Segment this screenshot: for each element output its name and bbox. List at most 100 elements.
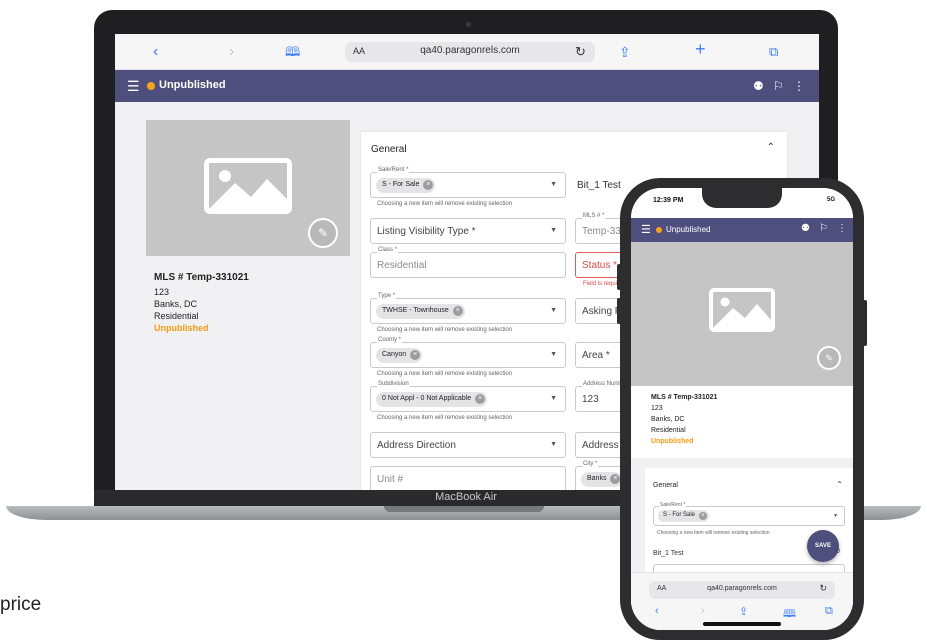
- dropdown-arrow-icon[interactable]: ▼: [550, 351, 557, 358]
- reload-icon[interactable]: ↻: [575, 43, 586, 61]
- edit-photo-icon[interactable]: ✎: [308, 218, 338, 248]
- share-icon[interactable]: ⇪: [739, 605, 748, 618]
- tabs-icon[interactable]: ⧉: [825, 605, 833, 618]
- phone-volume-button: [617, 264, 621, 290]
- plus-icon[interactable]: +: [695, 40, 706, 58]
- menu-icon[interactable]: ☰: [641, 223, 651, 236]
- sale-rent-select[interactable]: Sale/Rent * S - For Sale × ▼: [370, 167, 566, 198]
- edit-photo-icon[interactable]: ✎: [817, 346, 841, 370]
- image-placeholder-icon: [204, 158, 292, 214]
- flag-icon[interactable]: ⚐: [819, 223, 828, 234]
- county-select[interactable]: County * Canyon × ▼: [370, 337, 566, 368]
- class-value: Residential: [377, 260, 427, 271]
- status-dot: [147, 82, 155, 90]
- mls-number: MLS # Temp-331021: [651, 394, 718, 401]
- address-direction-placeholder: Address Direction: [377, 440, 456, 451]
- county-chip-text: Canyon: [382, 351, 407, 358]
- reload-icon[interactable]: ↻: [819, 583, 827, 594]
- phone-app-bar: ☰ Unpublished ⚉ ⚐ ⋮: [631, 218, 853, 242]
- chip-remove-icon[interactable]: ×: [410, 350, 421, 360]
- chevron-left-icon[interactable]: ‹: [153, 43, 158, 61]
- chip-remove-icon[interactable]: ×: [452, 306, 463, 316]
- type-chip[interactable]: TWHSE - Townhouse ×: [376, 304, 465, 319]
- chip-remove-icon[interactable]: ×: [610, 474, 621, 484]
- app-bar: ☰ Unpublished ⚉ ⚐ ⋮: [115, 70, 819, 102]
- sale-rent-label: Sale/Rent *: [377, 167, 410, 173]
- image-placeholder-icon: [709, 288, 775, 332]
- bit-test-label: Bit_1 Test: [577, 180, 621, 191]
- phone-app-title: Unpublished: [666, 225, 711, 234]
- listing-photo: ✎: [146, 120, 350, 256]
- city-chip[interactable]: Banks ×: [581, 472, 623, 487]
- county-chip[interactable]: Canyon ×: [376, 348, 423, 363]
- chevron-right-icon[interactable]: ›: [229, 43, 234, 61]
- sale-rent-select[interactable]: Sale/Rent * S - For Sale × ▼: [653, 502, 845, 526]
- caption-text: price: [0, 594, 42, 615]
- address-direction-select[interactable]: Address Direction ▼: [370, 432, 566, 458]
- street-number: 123: [154, 287, 170, 297]
- chip-remove-icon[interactable]: ×: [423, 180, 434, 190]
- city-label: City *: [582, 461, 599, 467]
- stage: ‹ › 🕮 AA qa40.paragonrels.com ↻ ⇪ + ⧉ ☰ …: [0, 0, 927, 642]
- url-text[interactable]: qa40.paragonrels.com: [345, 45, 595, 56]
- class-label: Class *: [377, 247, 399, 253]
- sale-rent-chip[interactable]: S - For Sale ×: [376, 178, 436, 193]
- class-field[interactable]: Class * Residential: [370, 247, 566, 278]
- listing-class: Residential: [651, 427, 686, 434]
- dropdown-arrow-icon[interactable]: ▼: [550, 441, 557, 448]
- chevron-right-icon[interactable]: ›: [701, 605, 705, 617]
- book-icon[interactable]: 🕮: [285, 43, 300, 61]
- subdivision-chip-text: 0 Not Appl - 0 Not Applicable: [382, 395, 472, 402]
- dropdown-arrow-icon[interactable]: ▼: [550, 307, 557, 314]
- unit-field[interactable]: Unit #: [370, 466, 566, 490]
- dropdown-arrow-icon[interactable]: ▼: [550, 227, 557, 234]
- type-select[interactable]: Type * TWHSE - Townhouse × ▼: [370, 293, 566, 324]
- type-hint: Choosing a new item will remove existing…: [377, 327, 513, 333]
- share-icon[interactable]: ⇪: [619, 43, 631, 61]
- url-text[interactable]: qa40.paragonrels.com: [649, 585, 835, 592]
- phone-listing-summary: MLS # Temp-331021 123 Banks, DC Resident…: [651, 392, 717, 447]
- sale-rent-chip[interactable]: S - For Sale ×: [658, 510, 710, 522]
- address-number-value: 123: [582, 394, 599, 405]
- listing-visibility-select[interactable]: Listing Visibility Type * ▼: [370, 218, 566, 244]
- chevron-up-icon[interactable]: ⌃: [767, 142, 775, 153]
- subdivision-select[interactable]: Subdivision 0 Not Appl - 0 Not Applicabl…: [370, 381, 566, 412]
- menu-icon[interactable]: ☰: [127, 78, 140, 94]
- binoculars-icon[interactable]: ⚉: [801, 223, 810, 234]
- phone-volume-button: [617, 298, 621, 324]
- chevron-up-icon[interactable]: ⌃: [836, 480, 843, 489]
- sale-rent-chip-text: S - For Sale: [663, 512, 696, 518]
- chip-remove-icon[interactable]: ×: [475, 394, 486, 404]
- chevron-left-icon[interactable]: ‹: [655, 605, 659, 617]
- laptop-notch: [384, 506, 544, 512]
- unit-placeholder: Unit #: [377, 474, 404, 485]
- sale-rent-hint: Choosing a new item will remove existing…: [657, 530, 770, 536]
- listing-status: Unpublished: [651, 438, 694, 445]
- clipped-value: 0: [836, 548, 840, 555]
- section-title: General: [371, 144, 407, 155]
- tabs-icon[interactable]: ⧉: [769, 43, 778, 61]
- listing-visibility-placeholder: Listing Visibility Type *: [377, 226, 476, 237]
- sale-rent-hint: Choosing a new item will remove existing…: [377, 201, 513, 207]
- subdivision-chip[interactable]: 0 Not Appl - 0 Not Applicable ×: [376, 392, 488, 407]
- binoculars-icon[interactable]: ⚉: [753, 78, 764, 94]
- flag-icon[interactable]: ⚐: [773, 78, 784, 94]
- mls-number: MLS # Temp-331021: [154, 272, 249, 283]
- more-icon[interactable]: ⋮: [837, 223, 847, 234]
- street-number: 123: [651, 405, 663, 412]
- save-button[interactable]: SAVE: [807, 530, 839, 562]
- type-label: Type *: [377, 293, 397, 299]
- listing-summary: MLS # Temp-331021 123 Banks, DC Resident…: [154, 272, 249, 334]
- book-icon[interactable]: 🕮: [783, 605, 796, 624]
- address-bar[interactable]: AA qa40.paragonrels.com: [345, 42, 595, 62]
- more-icon[interactable]: ⋮: [793, 78, 805, 94]
- chip-remove-icon[interactable]: ×: [699, 512, 708, 520]
- dropdown-arrow-icon[interactable]: ▼: [550, 181, 557, 188]
- dropdown-arrow-icon[interactable]: ▼: [550, 395, 557, 402]
- home-indicator: [703, 622, 781, 626]
- type-chip-text: TWHSE - Townhouse: [382, 307, 449, 314]
- status-placeholder: Status *: [582, 260, 618, 271]
- address-bar[interactable]: AA qa40.paragonrels.com ↻: [649, 581, 835, 599]
- phone-listing-photo: ✎: [631, 242, 853, 386]
- dropdown-arrow-icon[interactable]: ▼: [833, 513, 838, 519]
